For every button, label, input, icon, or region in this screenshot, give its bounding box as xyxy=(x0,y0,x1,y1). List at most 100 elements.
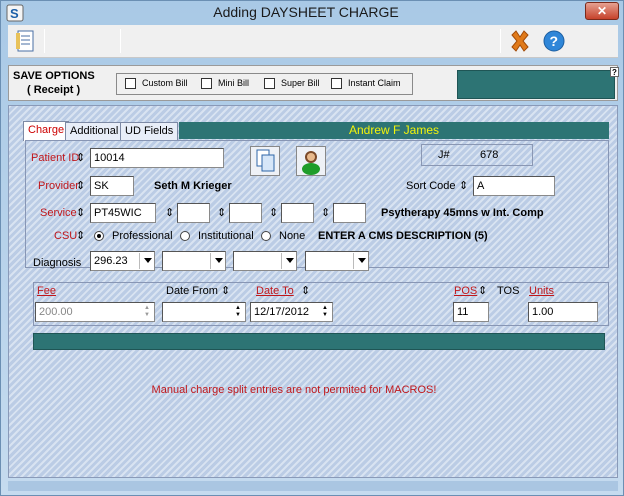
save-options-panel: SAVE OPTIONS ( Receipt ) Custom Bill Min… xyxy=(8,65,619,101)
sort-code-input[interactable]: A xyxy=(473,176,555,196)
sort-arrow-icon[interactable]: ⇕ xyxy=(459,179,468,192)
csu-professional-radio[interactable] xyxy=(94,231,104,241)
csu-institutional-label: Institutional xyxy=(198,230,254,242)
j-number-box: J# 678 xyxy=(421,144,533,166)
tab-charge[interactable]: Charge xyxy=(23,121,70,141)
save-options-title: SAVE OPTIONS xyxy=(13,70,95,82)
window-bottom-border xyxy=(8,481,618,491)
panel-help-button[interactable]: ? xyxy=(610,67,619,77)
diagnosis-4-select[interactable] xyxy=(305,251,369,271)
pos-label: POS xyxy=(454,285,478,297)
provider-code-input[interactable]: SK xyxy=(90,176,134,196)
patient-id-input[interactable]: 10014 xyxy=(90,148,224,168)
copy-documents-button[interactable] xyxy=(250,146,280,176)
j-number-label: J# xyxy=(438,149,450,161)
sort-arrow-icon[interactable]: ⇕ xyxy=(217,206,226,219)
window-title: Adding DAYSHEET CHARGE xyxy=(213,4,399,20)
csu-institutional-radio[interactable] xyxy=(180,231,190,241)
date-from-input[interactable]: ▲ ▼ xyxy=(162,302,246,322)
service-code-input[interactable]: PT45WIC xyxy=(90,203,156,223)
date-from-spinner-icon: ▲ ▼ xyxy=(235,305,241,318)
sort-arrow-icon[interactable]: ⇕ xyxy=(76,229,85,242)
fee-value: 200.00 xyxy=(39,306,73,318)
provider-label: Provider xyxy=(38,180,79,192)
service-description: Psytherapy 45mns w Int. Comp xyxy=(381,207,544,219)
patient-name-bar: Andrew F James xyxy=(179,122,609,139)
mini-bill-checkbox[interactable] xyxy=(201,78,212,89)
fee-input[interactable]: 200.00 ▲ ▼ xyxy=(35,302,155,322)
dialog-window: S Adding DAYSHEET CHARGE ✕ ? SAVE OPTION… xyxy=(0,0,624,496)
date-to-value: 12/17/2012 xyxy=(254,306,310,318)
toolbar: ? xyxy=(8,25,618,58)
chevron-down-icon xyxy=(286,258,294,263)
j-number-value: 678 xyxy=(480,149,499,161)
instant-claim-label: Instant Claim xyxy=(348,78,401,88)
toolbar-separator xyxy=(120,29,121,53)
cancel-icon[interactable] xyxy=(508,29,532,53)
diagnosis-1-select[interactable]: 296.23 xyxy=(90,251,155,271)
custom-bill-checkbox[interactable] xyxy=(125,78,136,89)
date-to-input[interactable]: 12/17/2012 ▲ ▼ xyxy=(250,302,333,322)
modifier-1-input[interactable] xyxy=(177,203,210,223)
units-input[interactable]: 1.00 xyxy=(528,302,598,322)
title-bar: S Adding DAYSHEET CHARGE ✕ xyxy=(1,1,623,25)
diagnosis-1-value: 296.23 xyxy=(94,255,128,267)
sort-arrow-icon[interactable]: ⇕ xyxy=(301,284,310,297)
units-label: Units xyxy=(529,285,555,297)
cms-description: ENTER A CMS DESCRIPTION (5) xyxy=(318,230,488,242)
diagnosis-3-select[interactable] xyxy=(233,251,297,271)
csu-none-label: None xyxy=(279,230,306,242)
sort-arrow-icon[interactable]: ⇕ xyxy=(478,284,487,297)
chevron-down-icon xyxy=(358,258,366,263)
toolbar-separator xyxy=(44,29,45,53)
super-bill-checkbox[interactable] xyxy=(264,78,275,89)
csu-professional-label: Professional xyxy=(112,230,173,242)
document-icon[interactable] xyxy=(14,29,38,53)
sort-arrow-icon[interactable]: ⇕ xyxy=(221,284,230,297)
macro-warning-message: Manual charge split entries are not perm… xyxy=(151,384,437,396)
modifier-4-input[interactable] xyxy=(333,203,366,223)
toolbar-separator xyxy=(500,29,501,53)
custom-bill-label: Custom Bill xyxy=(142,78,188,88)
chevron-down-icon xyxy=(144,258,152,263)
status-panel xyxy=(457,70,615,99)
charge-form-area: Charge Additional UD Fields Andrew F Jam… xyxy=(8,105,618,478)
sort-arrow-icon[interactable]: ⇕ xyxy=(165,206,174,219)
tab-ud-fields[interactable]: UD Fields xyxy=(120,122,179,140)
modifier-2-input[interactable] xyxy=(229,203,262,223)
pos-input[interactable]: 11 xyxy=(453,302,489,322)
diagnosis-label: Diagnosis xyxy=(33,257,82,269)
user-icon xyxy=(302,151,320,175)
sort-arrow-icon[interactable]: ⇕ xyxy=(76,206,85,219)
sort-arrow-icon[interactable]: ⇕ xyxy=(269,206,278,219)
csu-label: CSU xyxy=(54,230,78,242)
fee-label: Fee xyxy=(37,285,56,297)
tab-additional[interactable]: Additional xyxy=(65,122,124,140)
copy-icon xyxy=(256,149,275,172)
mini-bill-label: Mini Bill xyxy=(218,78,250,88)
sort-code-label: Sort Code xyxy=(406,180,456,192)
chevron-down-icon xyxy=(215,258,223,263)
split-entries-bar xyxy=(33,333,605,350)
instant-claim-checkbox[interactable] xyxy=(331,78,342,89)
save-options-subtitle: ( Receipt ) xyxy=(27,84,81,96)
tos-label: TOS xyxy=(497,285,520,297)
date-from-label: Date From xyxy=(166,285,218,297)
csu-none-radio[interactable] xyxy=(261,231,271,241)
provider-name: Seth M Krieger xyxy=(154,180,232,192)
date-to-label: Date To xyxy=(256,285,294,297)
save-options-checks: Custom Bill Mini Bill Super Bill Instant… xyxy=(116,73,413,95)
svg-text:?: ? xyxy=(550,33,559,49)
sort-arrow-icon[interactable]: ⇕ xyxy=(76,151,85,164)
service-label: Service xyxy=(40,207,77,219)
diagnosis-2-select[interactable] xyxy=(162,251,226,271)
sort-arrow-icon[interactable]: ⇕ xyxy=(76,179,85,192)
sort-arrow-icon[interactable]: ⇕ xyxy=(321,206,330,219)
patient-lookup-button[interactable] xyxy=(296,146,326,176)
close-button[interactable]: ✕ xyxy=(585,2,619,20)
patient-id-label: Patient ID xyxy=(31,152,80,164)
help-icon[interactable]: ? xyxy=(542,29,566,53)
super-bill-label: Super Bill xyxy=(281,78,320,88)
modifier-3-input[interactable] xyxy=(281,203,314,223)
fee-spinner-icon: ▲ ▼ xyxy=(144,305,150,318)
